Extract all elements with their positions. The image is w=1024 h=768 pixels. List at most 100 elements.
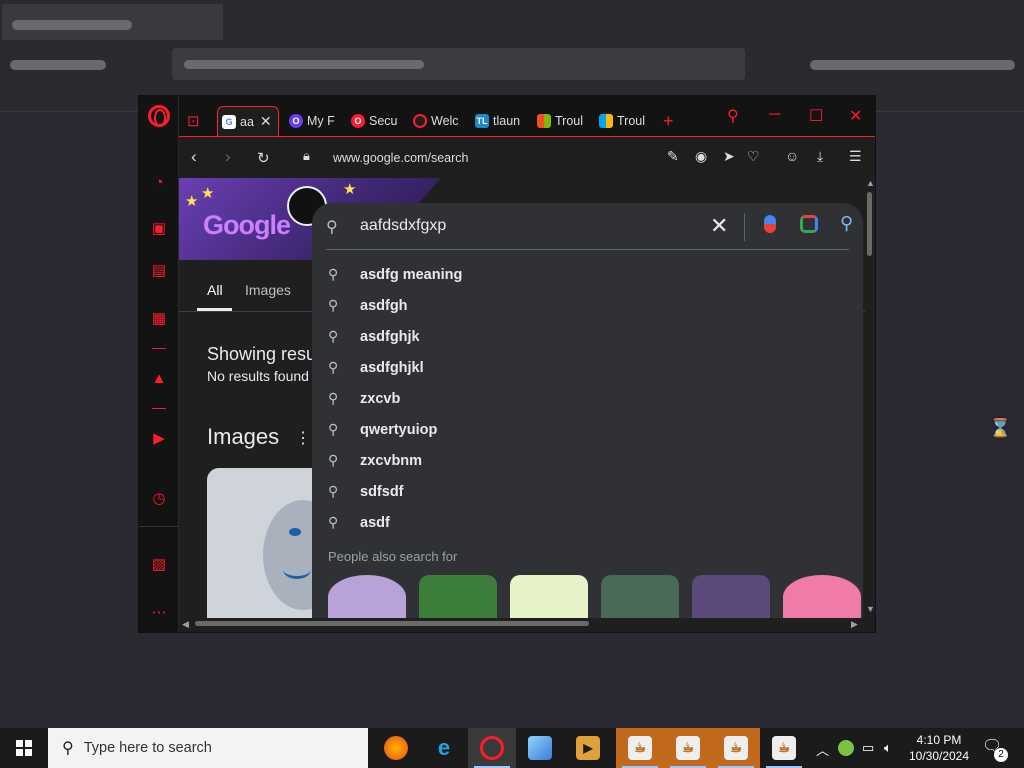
- opera-button[interactable]: [468, 728, 516, 768]
- close-tab-icon[interactable]: ✕: [260, 113, 272, 130]
- related-search-thumbnail[interactable]: [510, 575, 588, 618]
- busy-cursor-icon: ⌛: [989, 418, 1012, 438]
- media-player-button[interactable]: ▶: [564, 728, 612, 768]
- briefcase-icon[interactable]: ▣: [147, 216, 171, 240]
- clock[interactable]: 4:10 PM 10/30/2024: [904, 732, 974, 764]
- suggestion-item[interactable]: ⚲ asdfg meaning: [312, 259, 863, 290]
- minimize-button[interactable]: ─: [769, 106, 780, 124]
- suggestion-item[interactable]: ⚲ sdfsdf: [312, 476, 863, 507]
- java-app-button[interactable]: ☕︎: [664, 728, 712, 768]
- reload-button[interactable]: ↻: [257, 149, 270, 167]
- profile-icon[interactable]: ☺: [785, 148, 799, 164]
- more-icon[interactable]: ⋯: [147, 600, 171, 624]
- close-window-button[interactable]: ✕: [849, 106, 862, 126]
- java-icon: ☕︎: [628, 736, 652, 760]
- java-app-button[interactable]: ☕︎: [616, 728, 664, 768]
- search-icon: ⚲: [328, 452, 339, 468]
- suggestion-item[interactable]: ⚲ qwertyuiop: [312, 414, 863, 445]
- scroll-down-icon[interactable]: ▼: [866, 604, 875, 614]
- wallet-icon[interactable]: ▦: [147, 306, 171, 330]
- player-icon[interactable]: ▶: [147, 426, 171, 450]
- download-icon[interactable]: ⤓: [817, 148, 823, 165]
- volume-icon[interactable]: 🔈︎: [884, 740, 892, 756]
- microphone-icon[interactable]: [764, 215, 776, 233]
- forward-button[interactable]: ›: [225, 147, 231, 167]
- image-result[interactable]: [207, 468, 343, 618]
- related-search-thumbnail[interactable]: [783, 575, 861, 618]
- send-icon[interactable]: ➤: [723, 148, 735, 165]
- related-search-thumbnail[interactable]: [328, 575, 406, 618]
- java-app-button[interactable]: ☕︎: [712, 728, 760, 768]
- suggestion-item[interactable]: ⚲ zxcvb: [312, 383, 863, 414]
- related-search-thumbnail[interactable]: [419, 575, 497, 618]
- divider: [326, 249, 849, 250]
- background-blurred-text: [10, 60, 106, 70]
- network-icon[interactable]: ▭: [862, 740, 874, 756]
- aria-icon[interactable]: ▲: [147, 366, 171, 390]
- start-button[interactable]: [0, 728, 48, 768]
- tab[interactable]: Troul: [537, 106, 587, 136]
- page-content: ★ ★ ★ Google All Images Showing resu No …: [179, 178, 865, 618]
- search-suggestions-dropdown: ⚲ aafdsdxfgxp ✕ ⚲ ⚲ asdfg meaning ⚲ asdfgh…: [312, 203, 863, 618]
- speed-dial-icon[interactable]: ◔: [147, 170, 171, 194]
- taskbar-search[interactable]: ⚲ Type here to search: [48, 728, 368, 768]
- maximize-button[interactable]: ☐: [809, 106, 823, 126]
- search-tabs-icon[interactable]: ⚲: [727, 106, 739, 126]
- search-input[interactable]: aafdsdxfgxp: [360, 217, 446, 235]
- scrollbar-thumb[interactable]: [867, 192, 872, 256]
- opera-logo[interactable]: [148, 105, 170, 127]
- related-search-thumbnail[interactable]: [601, 575, 679, 618]
- back-button[interactable]: ‹: [191, 147, 197, 167]
- easy-setup-icon[interactable]: ☰: [849, 148, 862, 165]
- camera-icon[interactable]: ◉: [695, 148, 707, 165]
- clear-icon[interactable]: ✕: [710, 213, 728, 239]
- opera-sidebar: ◔ ▣ ▤ ▦ ▲ ▶ ◷ ▨ ⋯: [139, 96, 179, 632]
- app-tray-icon[interactable]: [838, 740, 854, 756]
- tab-active[interactable]: G aa ✕: [217, 106, 279, 136]
- tab[interactable]: Welc: [413, 106, 463, 136]
- showing-results-text: Showing resu: [207, 344, 317, 364]
- scroll-left-icon[interactable]: ◀: [182, 619, 189, 630]
- suggestion-item[interactable]: ⚲ zxcvbnm: [312, 445, 863, 476]
- heart-icon[interactable]: ♡: [747, 148, 760, 165]
- taskbar: ⚲ Type here to search e ▶ ☕︎ ☕︎ ☕︎ ☕︎ ︿ …: [0, 728, 1024, 768]
- tab[interactable]: O My F: [289, 106, 337, 136]
- edit-icon[interactable]: ✎: [667, 148, 679, 165]
- tab[interactable]: O Secu: [351, 106, 401, 136]
- suggestion-item[interactable]: ⚲ asdfgh: [312, 290, 863, 321]
- scroll-right-icon[interactable]: ▶: [851, 619, 858, 630]
- search-button-icon[interactable]: ⚲: [840, 213, 853, 234]
- tab[interactable]: Troul: [599, 106, 649, 136]
- edge-button[interactable]: e: [420, 728, 468, 768]
- related-search-thumbnail[interactable]: [692, 575, 770, 618]
- background-blurred-text: [810, 60, 1015, 70]
- google-lens-icon[interactable]: [800, 215, 818, 233]
- tab[interactable]: TL tlaun: [475, 106, 525, 136]
- new-tab-button[interactable]: +: [663, 106, 674, 136]
- tab-bar: ⊡ G aa ✕ O My F O Secu Welc TL tlaun Tro…: [179, 96, 875, 136]
- suggestion-item[interactable]: ⚲ asdfghjk: [312, 321, 863, 352]
- suggestion-item[interactable]: ⚲ asdf: [312, 507, 863, 538]
- gaming-icon[interactable]: ⊡: [187, 106, 213, 136]
- horizontal-scrollbar[interactable]: ◀ ▶: [179, 618, 865, 630]
- lock-icon[interactable]: 🔒︎: [303, 148, 310, 164]
- gallery-icon[interactable]: ▨: [147, 552, 171, 576]
- scroll-up-icon[interactable]: ▲: [866, 178, 875, 188]
- firefox-button[interactable]: [372, 728, 420, 768]
- search-icon: ⚲: [62, 740, 74, 757]
- vertical-scrollbar[interactable]: ▲ ▼: [865, 178, 875, 618]
- internet-explorer-icon: e: [437, 735, 451, 760]
- tab-all[interactable]: All: [207, 282, 223, 298]
- java-app-button[interactable]: ☕︎: [760, 728, 808, 768]
- history-icon[interactable]: ◷: [147, 486, 171, 510]
- opera-favicon-icon: O: [351, 114, 365, 128]
- more-options-icon[interactable]: ⋮: [295, 428, 311, 448]
- tab-images[interactable]: Images: [245, 282, 291, 298]
- notepad-button[interactable]: [516, 728, 564, 768]
- show-hidden-icons-icon[interactable]: ︿: [816, 740, 829, 759]
- people-also-search-heading: People also search for: [328, 549, 458, 564]
- scrollbar-thumb[interactable]: [195, 621, 589, 626]
- url-field[interactable]: www.google.com/search: [333, 151, 468, 165]
- suggestion-item[interactable]: ⚲ asdfghjkl: [312, 352, 863, 383]
- twitch-icon[interactable]: ▤: [147, 258, 171, 282]
